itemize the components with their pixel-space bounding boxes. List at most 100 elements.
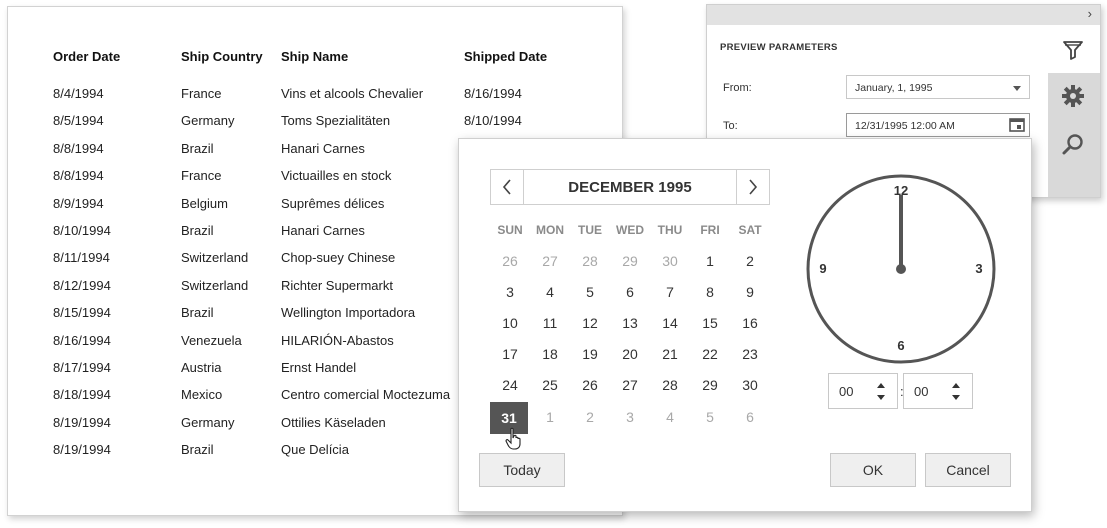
calendar-day[interactable]: 6 <box>610 277 650 308</box>
date-time-picker-popup: DECEMBER 1995 12 3 6 9 00 : 00 Today OK … <box>458 138 1032 512</box>
table-cell-ship-name: HILARIÓN-Abastos <box>281 332 394 348</box>
calendar-day[interactable]: 28 <box>570 246 610 277</box>
from-dropdown[interactable]: January, 1, 1995 <box>846 75 1030 99</box>
month-title[interactable]: DECEMBER 1995 <box>524 179 736 196</box>
chevron-right-icon <box>749 179 758 195</box>
chevron-right-icon[interactable]: › <box>1088 6 1092 21</box>
calendar-day[interactable]: 6 <box>730 402 770 433</box>
calendar-day[interactable]: 12 <box>570 308 610 339</box>
table-cell-order-date: 8/12/1994 <box>53 277 111 293</box>
table-cell-order-date: 8/19/1994 <box>53 442 111 458</box>
minutes-down-icon[interactable] <box>952 395 960 400</box>
column-header-order-date: Order Date <box>53 49 121 64</box>
calendar-day[interactable]: 27 <box>530 246 570 277</box>
calendar-day[interactable]: 26 <box>570 370 610 401</box>
calendar-day[interactable]: 5 <box>570 277 610 308</box>
minutes-up-icon[interactable] <box>952 383 960 388</box>
to-label: To: <box>723 120 738 132</box>
table-cell-shipped-date: 8/10/1994 <box>464 113 522 129</box>
clock-label-9: 9 <box>819 261 826 276</box>
table-cell-ship-country: Belgium <box>181 195 228 211</box>
next-month-button[interactable] <box>736 170 769 204</box>
calendar-day[interactable]: 3 <box>490 277 530 308</box>
to-date-field[interactable]: 12/31/1995 12:00 AM <box>846 113 1030 137</box>
calendar-day[interactable]: 28 <box>650 370 690 401</box>
calendar-day[interactable]: 2 <box>570 402 610 433</box>
hours-down-icon[interactable] <box>877 395 885 400</box>
calendar-day[interactable]: 13 <box>610 308 650 339</box>
table-cell-ship-name: Hanari Carnes <box>281 140 365 156</box>
calendar-day[interactable]: 2 <box>730 246 770 277</box>
weekday-header: FRI <box>700 223 720 237</box>
table-cell-ship-country: Brazil <box>181 140 214 156</box>
table-cell-ship-country: Brazil <box>181 442 214 458</box>
calendar-day[interactable]: 27 <box>610 370 650 401</box>
from-label: From: <box>723 82 752 94</box>
table-cell-order-date: 8/8/1994 <box>53 140 104 156</box>
clock-label-12: 12 <box>894 183 908 198</box>
calendar-day[interactable]: 25 <box>530 370 570 401</box>
weekday-header: SAT <box>738 223 762 237</box>
calendar-day[interactable]: 15 <box>690 308 730 339</box>
analog-clock[interactable]: 12 3 6 9 <box>805 173 997 365</box>
to-value: 12/31/1995 12:00 AM <box>855 120 955 132</box>
calendar-day[interactable]: 5 <box>690 402 730 433</box>
today-button[interactable]: Today <box>479 453 565 487</box>
table-cell-ship-country: Brazil <box>181 223 214 238</box>
previous-month-button[interactable] <box>491 170 524 204</box>
calendar-day[interactable]: 24 <box>490 370 530 401</box>
table-cell-order-date: 8/16/1994 <box>53 332 111 348</box>
calendar-day[interactable]: 26 <box>490 246 530 277</box>
filter-icon[interactable] <box>1060 37 1086 63</box>
search-icon[interactable] <box>1060 132 1086 158</box>
calendar-day[interactable]: 9 <box>730 277 770 308</box>
calendar-day[interactable]: 23 <box>730 339 770 370</box>
table-cell-ship-name: Toms Spezialitäten <box>281 113 391 129</box>
table-cell-order-date: 8/19/1994 <box>53 414 111 430</box>
ok-button[interactable]: OK <box>830 453 916 487</box>
calendar-day[interactable]: 4 <box>650 402 690 433</box>
from-value: January, 1, 1995 <box>855 82 933 94</box>
dropdown-arrow-icon[interactable] <box>1013 86 1021 91</box>
hand-cursor-icon <box>505 427 521 450</box>
gear-icon[interactable] <box>1060 83 1086 109</box>
table-cell-order-date: 8/18/1994 <box>53 387 111 403</box>
calendar-day[interactable]: 1 <box>690 246 730 277</box>
calendar-day[interactable]: 22 <box>690 339 730 370</box>
calendar-day[interactable]: 16 <box>730 308 770 339</box>
calendar-day[interactable]: 1 <box>530 402 570 433</box>
calendar-day[interactable]: 19 <box>570 339 610 370</box>
minutes-value: 00 <box>914 384 929 399</box>
column-header-shipped-date: Shipped Date <box>464 49 548 64</box>
calendar-day[interactable]: 20 <box>610 339 650 370</box>
calendar-day[interactable]: 17 <box>490 339 530 370</box>
clock-label-3: 3 <box>975 261 982 276</box>
table-cell-order-date: 8/10/1994 <box>53 223 111 238</box>
table-cell-ship-name: Suprêmes délices <box>281 195 385 211</box>
hours-stepper[interactable]: 00 <box>828 373 898 409</box>
calendar-day[interactable]: 21 <box>650 339 690 370</box>
calendar-day[interactable]: 7 <box>650 277 690 308</box>
calendar-day[interactable]: 29 <box>610 246 650 277</box>
calendar-day[interactable]: 29 <box>690 370 730 401</box>
calendar-icon[interactable] <box>1007 116 1027 134</box>
table-cell-ship-country: Mexico <box>181 387 223 403</box>
table-cell-ship-country: Germany <box>181 414 235 430</box>
cancel-button[interactable]: Cancel <box>925 453 1011 487</box>
calendar-day[interactable]: 11 <box>530 308 570 339</box>
calendar-day[interactable]: 4 <box>530 277 570 308</box>
minutes-stepper[interactable]: 00 <box>903 373 973 409</box>
table-cell-ship-name: Que Delícia <box>281 442 349 458</box>
weekday-header: SUN <box>497 223 523 237</box>
calendar-day[interactable]: 30 <box>730 370 770 401</box>
table-cell-ship-country: Germany <box>181 113 235 129</box>
hours-up-icon[interactable] <box>877 383 885 388</box>
calendar-day[interactable]: 14 <box>650 308 690 339</box>
table-cell-shipped-date: 8/16/1994 <box>464 86 522 101</box>
calendar-day[interactable]: 18 <box>530 339 570 370</box>
calendar-day[interactable]: 3 <box>610 402 650 433</box>
calendar-day[interactable]: 10 <box>490 308 530 339</box>
calendar-day[interactable]: 30 <box>650 246 690 277</box>
calendar-day[interactable]: 8 <box>690 277 730 308</box>
table-cell-ship-country: France <box>181 168 222 184</box>
